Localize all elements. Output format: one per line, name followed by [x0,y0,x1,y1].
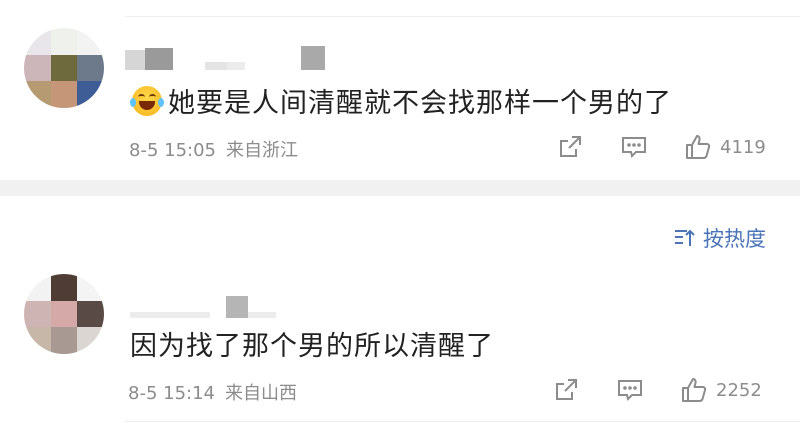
avatar[interactable] [24,28,104,108]
sort-button[interactable]: 按热度 [673,223,766,253]
share-icon[interactable] [552,376,580,404]
section-divider [0,180,800,196]
like-count: 2252 [716,379,762,401]
like-count: 4119 [720,136,766,158]
top-separator [125,16,800,17]
comment-location: 来自山西 [225,383,297,404]
thumbs-up-icon[interactable] [684,133,712,161]
sort-icon [675,229,695,246]
comment-time: 8-5 15:05 [129,140,216,161]
comment-location: 来自浙江 [226,140,298,161]
avatar[interactable] [24,274,104,354]
share-icon[interactable] [556,133,584,161]
comment-actions: 4119 [556,133,766,161]
comment-meta: 8-5 15:14 来自山西 [128,379,297,405]
comment-icon[interactable] [616,376,644,404]
username-redacted[interactable] [125,46,325,70]
username-redacted[interactable] [130,296,276,318]
comment-text-body: 她要是人间清醒就不会找那样一个男的了 [168,88,672,119]
comment-icon[interactable] [620,133,648,161]
comment-time: 8-5 15:14 [128,383,215,404]
comment-text: 因为找了那个男的所以清醒了 [130,331,494,362]
comment-text: 她要是人间清醒就不会找那样一个男的了 [130,81,672,120]
thumbs-up-icon[interactable] [680,376,708,404]
comment-meta: 8-5 15:05 来自浙江 [129,136,298,162]
sort-label: 按热度 [703,227,766,251]
comment-actions: 2252 [552,376,762,404]
laughing-tears-icon [130,85,164,116]
bottom-separator [125,421,800,422]
